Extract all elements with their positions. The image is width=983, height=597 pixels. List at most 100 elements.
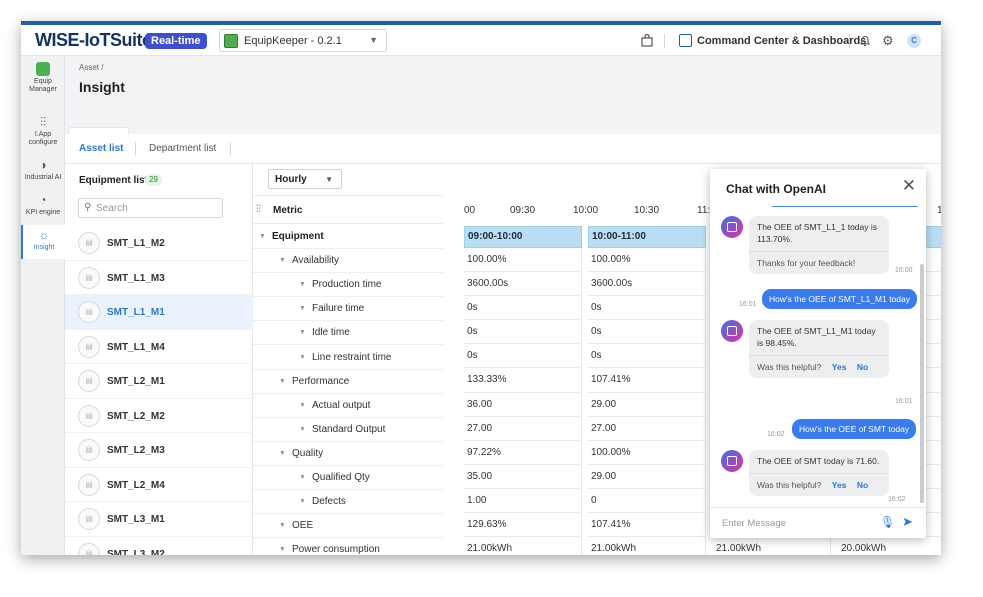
equipment-list-item[interactable]: ▤ SMT_L3_M1 [65,502,253,537]
no-button[interactable]: No [857,480,868,490]
metric-label: Standard Output [312,423,386,435]
expand-caret-icon[interactable]: ▼ [279,378,286,385]
gear-icon[interactable]: ⚙ [882,34,894,48]
equipment-icon: ▤ [78,335,100,358]
metric-label: Performance [292,375,350,387]
bot-avatar-icon [721,450,743,472]
table-cell: 133.33% [464,368,582,393]
metric-row[interactable]: ▼ Production time [253,273,443,298]
table-cell: 0s [464,296,582,321]
shopping-bag-icon[interactable] [641,33,653,50]
time-column-header[interactable]: 09:00-10:00 [464,226,582,248]
subtab-department-list[interactable]: Department list [149,143,216,154]
time-column-header[interactable]: 10:00-11:00 [588,226,706,248]
expand-caret-icon[interactable]: ▼ [299,281,306,288]
metric-row[interactable]: ▼ Performance [253,370,443,394]
bell-icon[interactable] [859,34,871,50]
bot-avatar-icon [721,320,743,342]
expand-caret-icon[interactable]: ▼ [259,233,266,240]
equipment-list-item[interactable]: ▤ SMT_L3_M2 [65,537,253,555]
expand-caret-icon[interactable]: ▼ [299,402,306,409]
subtab-divider [135,142,136,156]
command-center-link[interactable]: Command Center & Dashboards [697,35,866,47]
metric-row[interactable]: ▼ Power consumption [253,538,443,555]
nav-insight[interactable]: ☼ Insight [21,225,65,259]
bot-message: The OEE of SMT_L1_M1 today is 98.45%. Wa… [749,320,889,378]
equipment-list-item[interactable]: ▤ SMT_L2_M1 [65,364,253,399]
column-settings-icon[interactable]: ⫶⫶ [256,204,261,215]
helpful-question: Was this helpful? [757,362,822,372]
chat-scrollbar[interactable] [920,264,924,503]
expand-caret-icon[interactable]: ▼ [299,354,306,361]
metric-label: Power consumption [292,544,380,555]
close-icon[interactable]: ✕ [902,177,916,195]
expand-caret-icon[interactable]: ▼ [299,498,306,505]
equipment-list-item[interactable]: ▤ SMT_L2_M4 [65,468,253,502]
table-cell: 35.00 [464,464,582,489]
table-cell: 0s [464,344,582,369]
metric-row[interactable]: ▼ Availability [253,249,443,274]
feedback-thanks: Thanks for your feedback! [749,251,889,274]
metric-row[interactable]: ▼ Equipment [253,225,443,249]
equipment-list-item[interactable]: ▤ SMT_L1_M2 [65,226,253,261]
bot-message-text: The OEE of SMT_L1_1 today is 113.70%. [757,222,878,244]
metric-label: Production time [312,279,382,291]
equipment-name: SMT_L2_M2 [107,410,165,422]
subtab-asset-list[interactable]: Asset list [79,143,123,154]
send-icon[interactable]: ➤ [902,514,913,530]
expand-caret-icon[interactable]: ▼ [279,257,286,264]
equipment-list-item[interactable]: ▤ SMT_L1_M3 [65,261,253,295]
expand-caret-icon[interactable]: ▼ [279,546,286,553]
metric-row[interactable]: ▼ OEE [253,514,443,539]
equipment-icon: ▤ [78,301,100,323]
equipment-list: ▤ SMT_L1_M2 ▤ SMT_L1_M3 ▤ SMT_L1_M1 ▤ SMT_L1_M4… [65,226,253,555]
nav-kpi-engine[interactable]: ◔ KPI engine [21,194,65,217]
time-tick-label: 10:30 [634,205,660,216]
left-nav: Equip Manager ⫶⫶ I.App configure ◑ Indus… [21,56,65,555]
toolbar-divider [849,34,850,48]
user-message: How's the OEE of SMT_L1_M1 today [762,289,917,309]
nav-industrial-ai[interactable]: ◑ Industrial AI [21,159,65,182]
equipment-name: SMT_L3_M1 [107,514,165,525]
yes-button[interactable]: Yes [832,362,847,372]
table-cell: 107.41% [588,368,706,393]
metric-row[interactable]: ▼ Actual output [253,394,443,418]
equipment-list-item[interactable]: ▤ SMT_L1_M1 [65,295,253,330]
microphone-icon[interactable]: 🎙 [880,515,895,529]
expand-caret-icon[interactable]: ▼ [299,474,306,481]
nav-iapp-configure[interactable]: ⫶⫶ I.App configure [21,116,65,147]
message-input[interactable] [722,516,862,530]
ai-icon: ◑ [39,158,47,172]
equipment-list-item[interactable]: ▤ SMT_L2_M2 [65,399,253,433]
nav-equip-manager[interactable]: Equip Manager [21,62,65,94]
metric-row[interactable]: ▼ Qualified Qty [253,466,443,490]
nav-label: Insight [33,244,55,251]
metric-row[interactable]: ▼ Line restraint time [253,346,443,370]
metric-row[interactable]: ▼ Idle time [253,321,443,346]
expand-caret-icon[interactable]: ▼ [299,329,306,336]
expand-caret-icon[interactable]: ▼ [299,305,306,312]
table-cell: 1.00 [464,488,582,514]
expand-caret-icon[interactable]: ▼ [299,426,306,433]
equipment-list-item[interactable]: ▤ SMT_L2_M3 [65,433,253,468]
metric-row[interactable]: ▼ Quality [253,442,443,466]
metric-row[interactable]: ▼ Defects [253,490,443,515]
breadcrumb[interactable]: Asset / [79,63,103,72]
expand-caret-icon[interactable]: ▼ [279,522,286,529]
metric-row[interactable]: ▼ Failure time [253,297,443,322]
equipment-list-item[interactable]: ▤ SMT_L1_M4 [65,330,253,364]
granularity-dropdown[interactable]: Hourly ▼ [268,169,342,189]
table-cell: 0 [588,488,706,514]
chevron-down-icon: ▼ [369,35,378,45]
brand-logo[interactable]: WISE-IoTSuite [35,30,152,51]
avatar[interactable]: C [907,34,921,48]
table-cell: 20.00kWh [838,537,941,555]
expand-caret-icon[interactable]: ▼ [279,450,286,457]
no-button[interactable]: No [857,362,868,372]
search-input[interactable] [96,201,216,215]
equipment-icon: ▤ [78,404,100,427]
yes-button[interactable]: Yes [832,480,847,490]
timestamp: 16:02 [888,496,906,503]
app-selector-dropdown[interactable]: EquipKeeper - 0.2.1 ▼ [219,29,387,52]
metric-row[interactable]: ▼ Standard Output [253,418,443,442]
